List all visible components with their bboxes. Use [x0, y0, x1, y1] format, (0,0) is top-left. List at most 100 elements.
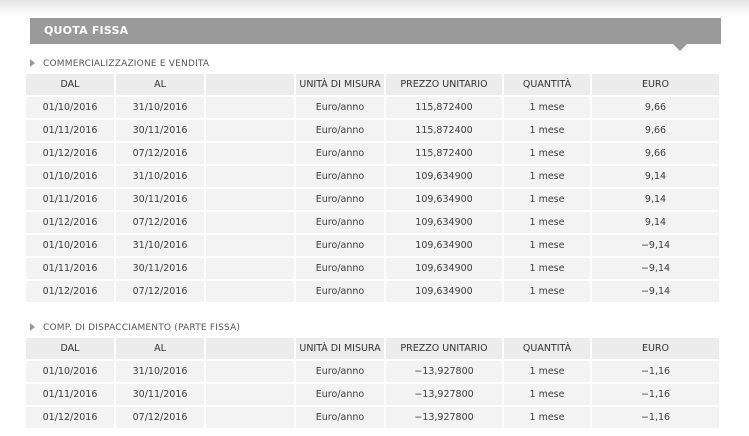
cell-blank: [206, 212, 296, 235]
cell-dal: 01/11/2016: [26, 189, 116, 212]
cell-euro: −9,14: [592, 235, 721, 258]
banner-title: QUOTA FISSA: [44, 24, 129, 37]
column-header-blank: [206, 338, 296, 361]
table-row: 01/11/2016 30/11/2016 Euro/anno 109,634900 1…: [26, 258, 721, 281]
cell-euro: 9,66: [592, 97, 721, 120]
column-header-dal: DAL: [26, 338, 116, 361]
cell-blank: [206, 281, 296, 304]
cell-unita: Euro/anno: [296, 189, 386, 212]
cell-prezzo: 109,634900: [386, 235, 504, 258]
cell-blank: [206, 384, 296, 407]
cell-prezzo: 115,872400: [386, 143, 504, 166]
cell-unita: Euro/anno: [296, 235, 386, 258]
cell-prezzo: 109,634900: [386, 281, 504, 304]
table-row: 01/10/2016 31/10/2016 Euro/anno −13,927800 1…: [26, 361, 721, 384]
cell-dal: 01/11/2016: [26, 384, 116, 407]
cell-al: 31/10/2016: [116, 361, 206, 384]
cell-euro: −1,16: [592, 384, 721, 407]
cell-al: 30/11/2016: [116, 189, 206, 212]
column-header-unita: UNITÀ DI MISURA: [296, 338, 386, 361]
cell-prezzo: −13,927800: [386, 407, 504, 430]
table-row: 01/12/2016 07/12/2016 Euro/anno −13,927800 1…: [26, 407, 721, 430]
column-header-euro: EURO: [592, 74, 721, 97]
column-header-blank: [206, 74, 296, 97]
cell-dal: 01/11/2016: [26, 258, 116, 281]
cell-euro: 9,14: [592, 189, 721, 212]
cell-quantita: 1 mese: [504, 166, 592, 189]
cell-quantita: 1 mese: [504, 97, 592, 120]
cell-unita: Euro/anno: [296, 120, 386, 143]
cell-euro: 9,66: [592, 143, 721, 166]
cell-euro: −1,16: [592, 361, 721, 384]
cell-unita: Euro/anno: [296, 258, 386, 281]
header-row: DAL AL UNITÀ DI MISURA PREZZO UNITARIO QUANT…: [26, 338, 721, 361]
cell-al: 31/10/2016: [116, 166, 206, 189]
cell-prezzo: 109,634900: [386, 258, 504, 281]
header-row: DAL AL UNITÀ DI MISURA PREZZO UNITARIO QUANT…: [26, 74, 721, 97]
cell-blank: [206, 235, 296, 258]
column-header-unita: UNITÀ DI MISURA: [296, 74, 386, 97]
top-shadow: [0, 0, 749, 16]
section-label-text: COMMERCIALIZZAZIONE E VENDITA: [43, 59, 210, 69]
column-header-quantita: QUANTITÀ: [504, 338, 592, 361]
cell-blank: [206, 143, 296, 166]
cell-prezzo: −13,927800: [386, 384, 504, 407]
table-row: 01/11/2016 30/11/2016 Euro/anno 109,634900 1…: [26, 189, 721, 212]
triangle-right-icon: [30, 323, 35, 331]
table-row: 01/12/2016 07/12/2016 Euro/anno 115,872400 1…: [26, 143, 721, 166]
cell-unita: Euro/anno: [296, 212, 386, 235]
cell-quantita: 1 mese: [504, 407, 592, 430]
table-dispacciamento: DAL AL UNITÀ DI MISURA PREZZO UNITARIO QUANT…: [26, 338, 721, 430]
cell-al: 30/11/2016: [116, 120, 206, 143]
cell-quantita: 1 mese: [504, 235, 592, 258]
cell-prezzo: 109,634900: [386, 166, 504, 189]
cell-dal: 01/10/2016: [26, 235, 116, 258]
cell-unita: Euro/anno: [296, 384, 386, 407]
table-row: 01/11/2016 30/11/2016 Euro/anno −13,927800 1…: [26, 384, 721, 407]
cell-prezzo: 115,872400: [386, 97, 504, 120]
cell-dal: 01/11/2016: [26, 120, 116, 143]
column-header-quantita: QUANTITÀ: [504, 74, 592, 97]
table-row: 01/12/2016 07/12/2016 Euro/anno 109,634900 1…: [26, 281, 721, 304]
section-label-text: COMP. DI DISPACCIAMENTO (PARTE FISSA): [43, 323, 241, 333]
section-banner: QUOTA FISSA: [30, 18, 721, 51]
cell-euro: 9,66: [592, 120, 721, 143]
cell-quantita: 1 mese: [504, 143, 592, 166]
cell-euro: −9,14: [592, 281, 721, 304]
cell-quantita: 1 mese: [504, 189, 592, 212]
table-row: 01/12/2016 07/12/2016 Euro/anno 109,634900 1…: [26, 212, 721, 235]
table-row: 01/10/2016 31/10/2016 Euro/anno 115,872400 1…: [26, 97, 721, 120]
table-commercializzazione: DAL AL UNITÀ DI MISURA PREZZO UNITARIO QUANT…: [26, 74, 721, 304]
cell-dal: 01/12/2016: [26, 143, 116, 166]
cell-dal: 01/12/2016: [26, 281, 116, 304]
column-header-prezzo: PREZZO UNITARIO: [386, 338, 504, 361]
chevron-down-icon: [673, 44, 687, 51]
cell-al: 07/12/2016: [116, 281, 206, 304]
column-header-al: AL: [116, 74, 206, 97]
cell-blank: [206, 361, 296, 384]
cell-prezzo: −13,927800: [386, 361, 504, 384]
cell-unita: Euro/anno: [296, 143, 386, 166]
cell-blank: [206, 97, 296, 120]
column-header-prezzo: PREZZO UNITARIO: [386, 74, 504, 97]
cell-dal: 01/12/2016: [26, 407, 116, 430]
cell-al: 31/10/2016: [116, 97, 206, 120]
table-row: 01/11/2016 30/11/2016 Euro/anno 115,872400 1…: [26, 120, 721, 143]
cell-prezzo: 109,634900: [386, 212, 504, 235]
cell-quantita: 1 mese: [504, 120, 592, 143]
cell-al: 30/11/2016: [116, 258, 206, 281]
cell-blank: [206, 120, 296, 143]
cell-unita: Euro/anno: [296, 166, 386, 189]
cell-unita: Euro/anno: [296, 97, 386, 120]
cell-al: 31/10/2016: [116, 235, 206, 258]
section-label-commercializzazione: COMMERCIALIZZAZIONE E VENDITA: [30, 59, 209, 69]
column-header-dal: DAL: [26, 74, 116, 97]
cell-prezzo: 115,872400: [386, 120, 504, 143]
cell-dal: 01/12/2016: [26, 212, 116, 235]
cell-euro: 9,14: [592, 166, 721, 189]
column-header-euro: EURO: [592, 338, 721, 361]
cell-euro: −1,16: [592, 407, 721, 430]
cell-quantita: 1 mese: [504, 281, 592, 304]
cell-blank: [206, 258, 296, 281]
cell-dal: 01/10/2016: [26, 97, 116, 120]
